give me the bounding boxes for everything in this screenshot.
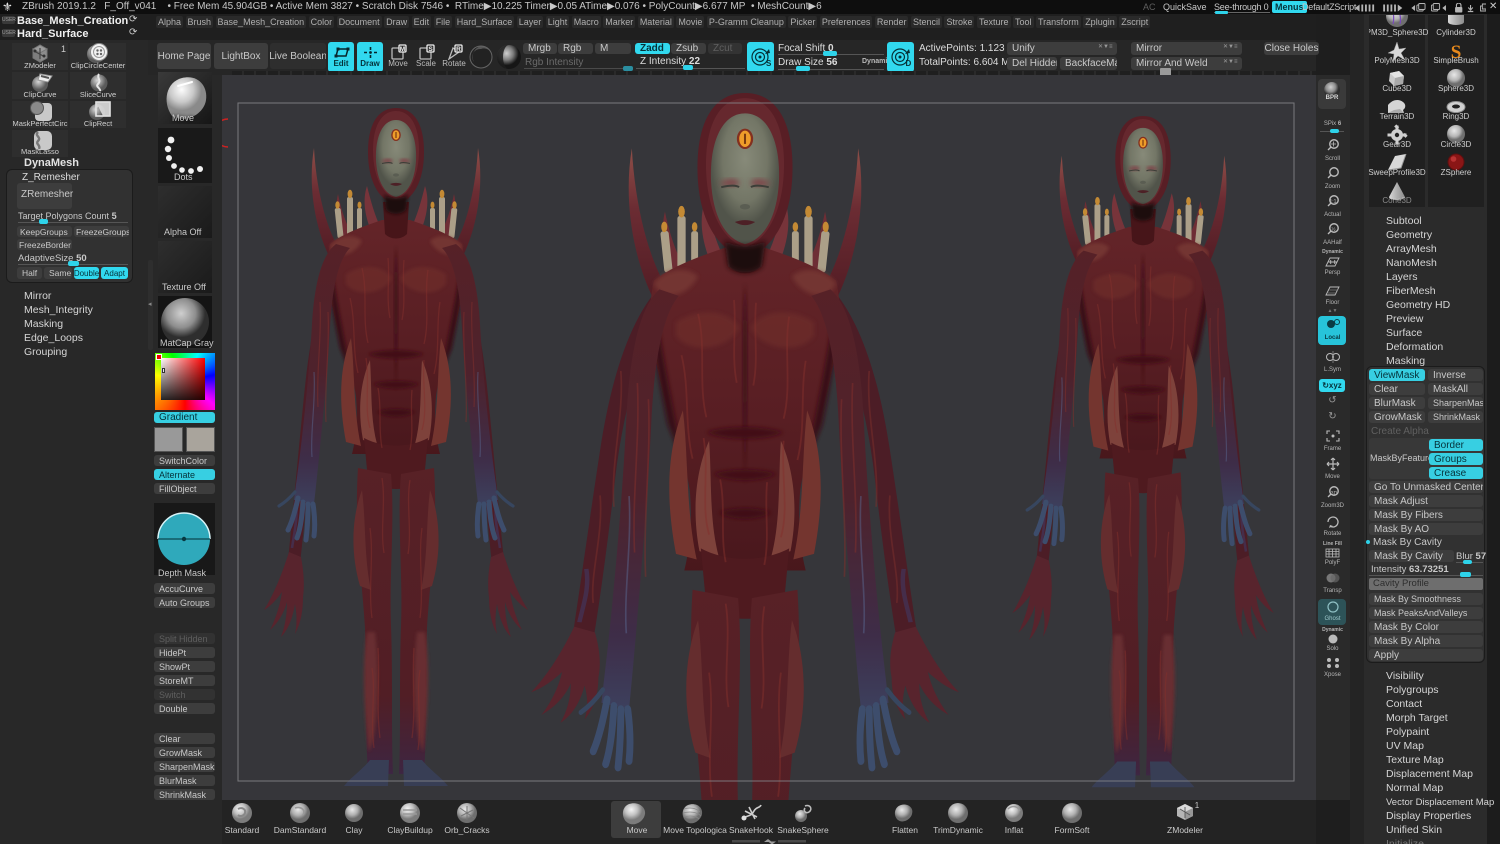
svg-text:M: M [400, 46, 405, 53]
svg-text:Cylinder3D: Cylinder3D [1436, 28, 1476, 37]
svg-text:3D: 3D [1330, 491, 1337, 497]
svg-text:Cone3D: Cone3D [1382, 196, 1412, 205]
svg-text:ZModeler: ZModeler [1167, 825, 1203, 835]
svg-text:S: S [428, 46, 433, 53]
svg-text:Clay: Clay [345, 825, 363, 835]
svg-text:Flatten: Flatten [892, 825, 918, 835]
svg-text:Move Topologica: Move Topologica [663, 825, 727, 835]
svg-text:Ring3D: Ring3D [1443, 112, 1470, 121]
svg-text:1:1: 1:1 [1329, 199, 1336, 205]
svg-text:ZSphere: ZSphere [1441, 168, 1472, 177]
svg-text:S: S [766, 59, 772, 68]
svg-text:Sphere3D: Sphere3D [1438, 84, 1474, 93]
svg-text:Cube3D: Cube3D [1382, 84, 1412, 93]
svg-text:Circle3D: Circle3D [1441, 140, 1472, 149]
svg-text:BPR: BPR [1326, 95, 1339, 101]
svg-text:PM3D_Sphere3D: PM3D_Sphere3D [1369, 28, 1429, 37]
svg-text:Inflat: Inflat [1005, 825, 1024, 835]
svg-text:Gear3D: Gear3D [1383, 140, 1411, 149]
svg-text:Standard: Standard [225, 825, 260, 835]
svg-text:SimpleBrush: SimpleBrush [1433, 56, 1478, 65]
svg-text:PolyMesh3D: PolyMesh3D [1374, 56, 1420, 65]
svg-text:R: R [456, 46, 461, 53]
svg-text:SnakeSphere: SnakeSphere [777, 825, 829, 835]
svg-text:FormSoft: FormSoft [1055, 825, 1091, 835]
svg-text:ClayBuildup: ClayBuildup [387, 825, 433, 835]
svg-text:D: D [905, 59, 911, 68]
svg-text:DamStandard: DamStandard [274, 825, 327, 835]
svg-text:TrimDynamic: TrimDynamic [933, 825, 983, 835]
svg-text:Move: Move [627, 825, 648, 835]
svg-text:SweepProfile3D: SweepProfile3D [1369, 168, 1426, 177]
svg-text:1: 1 [1195, 801, 1200, 810]
svg-text:SnakeHook: SnakeHook [729, 825, 774, 835]
svg-text:Orb_Cracks: Orb_Cracks [444, 825, 489, 835]
svg-text:Terrain3D: Terrain3D [1380, 112, 1415, 121]
